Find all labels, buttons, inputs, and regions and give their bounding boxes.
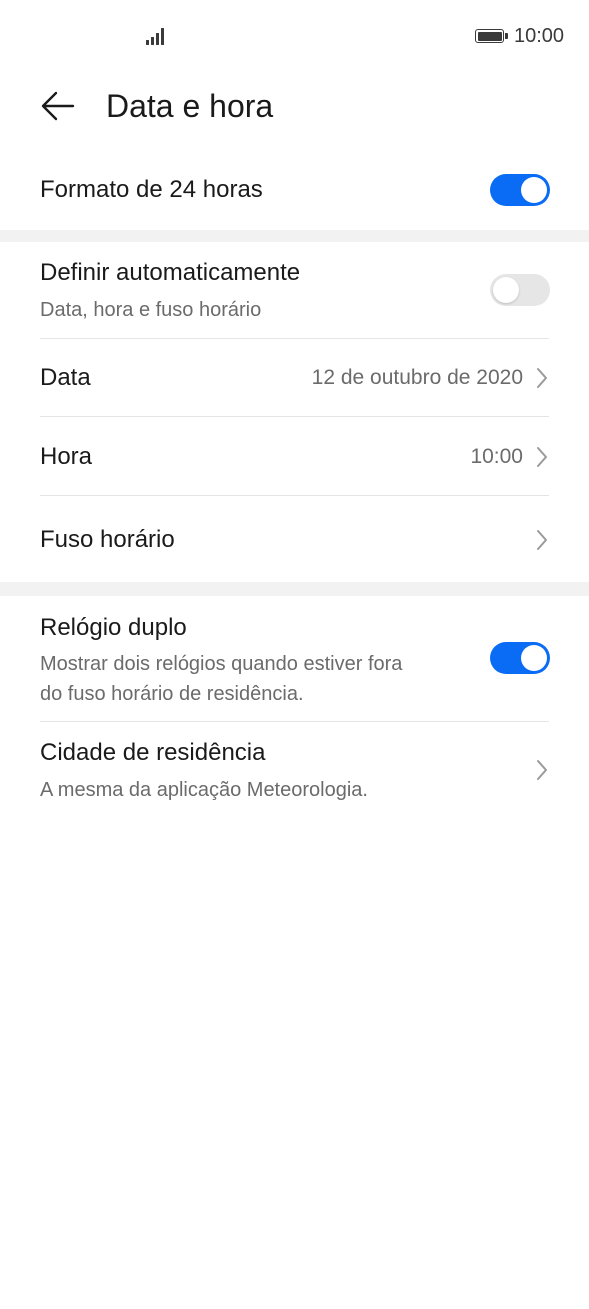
setting-dual-clock-label: Relógio duplo (40, 614, 187, 641)
setting-24-hour-format[interactable]: Formato de 24 horas (0, 150, 589, 230)
setting-auto-set[interactable]: Definir automaticamente Data, hora e fus… (0, 242, 589, 338)
setting-auto-set-subtitle: Data, hora e fuso horário (40, 299, 262, 321)
setting-timezone[interactable]: Fuso horário (0, 496, 589, 582)
app-header: Data e hora (0, 72, 589, 140)
signal-bars-icon (146, 27, 168, 45)
setting-date[interactable]: Data 12 de outubro de 2020 (0, 339, 589, 416)
section-divider (0, 582, 589, 596)
back-button[interactable] (30, 78, 86, 134)
auto-set-toggle[interactable] (490, 274, 550, 306)
chevron-right-icon (537, 760, 547, 780)
setting-auto-set-label: Definir automaticamente (40, 259, 301, 286)
setting-date-label: Data (40, 364, 91, 391)
status-bar: 10:00 (0, 0, 589, 72)
dual-clock-toggle[interactable] (490, 642, 550, 674)
arrow-left-icon (41, 91, 75, 121)
status-time: 10:00 (514, 25, 565, 47)
setting-dual-clock-subtitle-line1: Mostrar dois relógios quando estiver for… (40, 653, 403, 675)
setting-home-city[interactable]: Cidade de residência A mesma da aplicaçã… (0, 722, 589, 818)
page-title: Data e hora (106, 88, 274, 124)
battery-full-icon (475, 29, 509, 43)
setting-dual-clock-subtitle-line2: do fuso horário de residência. (40, 683, 304, 705)
setting-time-value: 10:00 (470, 445, 523, 468)
chevron-right-icon (537, 447, 547, 467)
chevron-right-icon (537, 530, 547, 550)
setting-dual-clock[interactable]: Relógio duplo Mostrar dois relógios quan… (0, 596, 589, 721)
setting-24-hour-format-label: Formato de 24 horas (40, 176, 263, 203)
chevron-right-icon (537, 368, 547, 388)
setting-home-city-subtitle: A mesma da aplicação Meteorologia. (40, 779, 368, 801)
setting-home-city-label: Cidade de residência (40, 739, 266, 766)
setting-timezone-label: Fuso horário (40, 526, 175, 553)
setting-time-label: Hora (40, 443, 93, 470)
setting-time[interactable]: Hora 10:00 (0, 417, 589, 495)
24-hour-format-toggle[interactable] (490, 174, 550, 206)
section-divider (0, 230, 589, 242)
setting-date-value: 12 de outubro de 2020 (311, 366, 523, 389)
